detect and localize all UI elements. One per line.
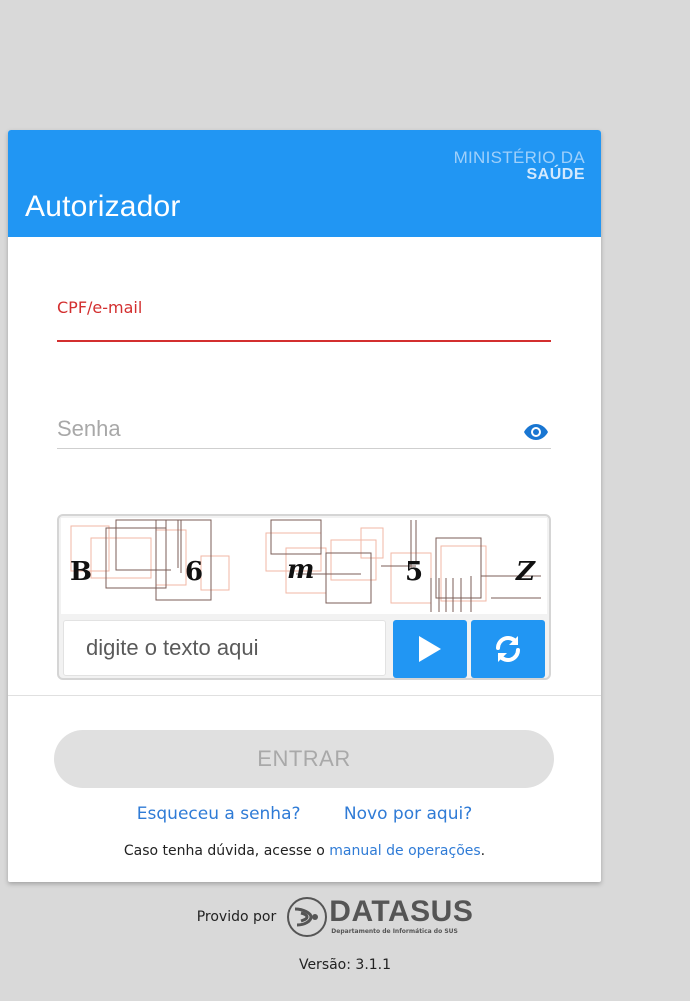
refresh-icon [496,636,520,662]
app-title: Autorizador [25,190,181,223]
divider [8,695,601,696]
datasus-logo: DATASUS Departamento de Informática do S… [287,895,493,939]
captcha-image: B 6 m 5 Z [61,518,547,614]
help-text-suffix: . [480,843,486,859]
help-text-prefix: Caso tenha dúvida, acesse o [123,843,330,859]
captcha-char: 5 [405,557,423,587]
login-card: MINISTÉRIO DA SAÚDE Autorizador CPF/e-ma… [8,130,601,882]
datasus-logo-icon [287,897,328,937]
cpf-email-label: CPF/e-mail [57,298,143,317]
forgot-password-link[interactable]: Esqueceu a senha? [137,804,301,824]
cpf-email-field[interactable]: CPF/e-mail [57,290,551,342]
provided-by-text: Provido por [196,909,277,925]
password-label: Senha [57,416,121,441]
ministry-logo-line2: SAÚDE [526,166,585,183]
eye-icon[interactable] [523,423,549,441]
ministry-logo: MINISTÉRIO DA SAÚDE [454,149,585,183]
captcha-input[interactable] [63,620,386,676]
password-field[interactable]: Senha [57,398,551,449]
card-header: MINISTÉRIO DA SAÚDE Autorizador [8,130,601,237]
captcha-char: 6 [185,557,203,587]
captcha-box: B 6 m 5 Z [57,514,551,680]
captcha-play-button[interactable] [393,620,467,678]
datasus-logo-text: DATASUS [329,895,474,928]
account-links: Esqueceu a senha? Novo por aqui? [8,804,601,824]
provided-by: Provido por DATASUS Departamento de Info… [0,895,690,939]
play-icon [419,636,441,662]
login-button[interactable]: ENTRAR [54,730,554,788]
captcha-char: m [287,555,315,585]
new-user-link[interactable]: Novo por aqui? [344,804,472,824]
version-label: Versão: 3.1.1 [298,957,392,973]
help-text: Caso tenha dúvida, acesse o manual de op… [8,843,601,859]
captcha-char: B [70,557,92,587]
captcha-noise: B 6 m 5 Z [70,519,541,612]
captcha-char: Z [515,557,536,587]
operations-manual-link[interactable]: manual de operações [329,843,480,859]
datasus-logo-subtitle: Departamento de Informática do SUS [331,928,458,935]
captcha-refresh-button[interactable] [471,620,545,678]
ministry-logo-line1: MINISTÉRIO DA [453,148,585,167]
